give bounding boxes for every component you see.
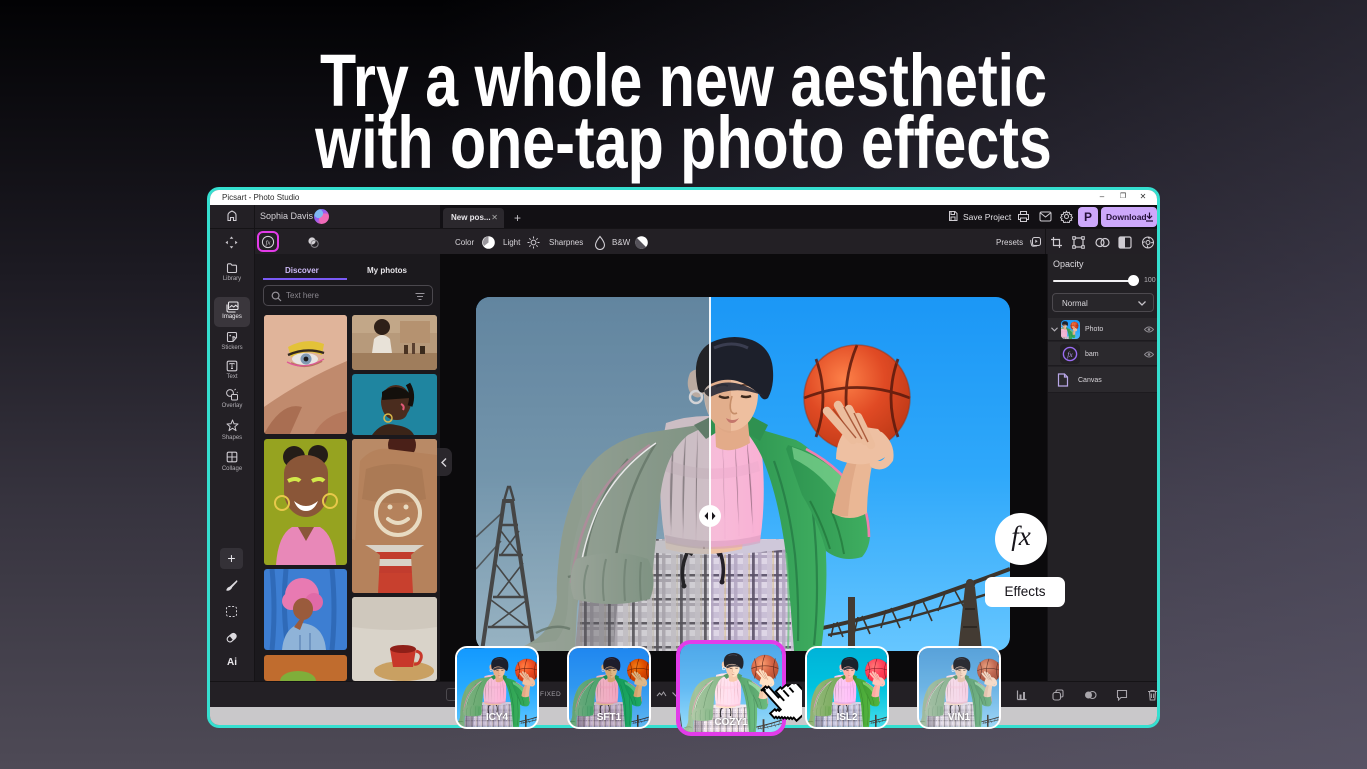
svg-text:fx: fx (266, 239, 271, 246)
svg-text:fx: fx (1067, 350, 1073, 359)
